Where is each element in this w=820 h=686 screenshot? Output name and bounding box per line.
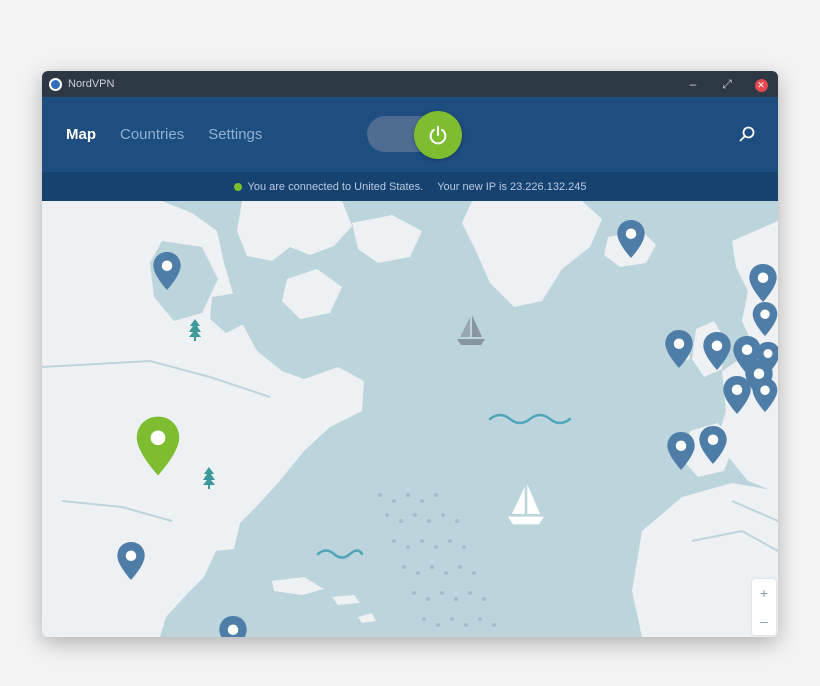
location-pin-icon[interactable] <box>150 251 184 291</box>
power-icon <box>429 125 447 145</box>
location-pin-icon[interactable] <box>696 425 730 465</box>
location-pin-icon[interactable] <box>720 375 754 415</box>
window-title: NordVPN <box>68 78 115 90</box>
zoom-controls: + – <box>752 579 776 635</box>
maximize-button[interactable]: ⤢ <box>710 77 744 92</box>
close-button[interactable]: ✕ <box>744 77 778 92</box>
main-nav: Map Countries Settings <box>66 126 262 143</box>
location-pin-icon[interactable] <box>750 377 778 413</box>
search-icon <box>739 126 755 142</box>
minimize-button[interactable]: – <box>676 77 710 91</box>
app-window: NordVPN – ⤢ ✕ Map Countries Settings You… <box>42 71 778 637</box>
world-map[interactable]: + – <box>42 201 778 637</box>
connection-status-bar: You are connected to United States. Your… <box>42 172 778 201</box>
title-bar: NordVPN – ⤢ ✕ <box>42 71 778 97</box>
power-button[interactable] <box>414 111 462 159</box>
tree-icon <box>189 319 201 341</box>
window-controls: – ⤢ ✕ <box>676 71 778 97</box>
tree-icon <box>203 467 215 489</box>
location-pin-icon[interactable] <box>746 263 778 303</box>
search-button[interactable] <box>736 123 758 145</box>
zoom-out-button[interactable]: – <box>760 614 768 628</box>
ip-address-text: Your new IP is 23.226.132.245 <box>437 180 587 193</box>
waves-icon <box>316 549 364 559</box>
land-greenland <box>462 201 602 307</box>
land-arctic-islands <box>237 201 352 261</box>
sailboat-icon <box>457 315 485 345</box>
close-icon: ✕ <box>754 78 768 92</box>
waves-icon <box>488 413 572 425</box>
location-pin-icon[interactable] <box>114 541 148 581</box>
location-pin-icon[interactable] <box>750 301 778 337</box>
location-pin-icon[interactable] <box>216 615 250 637</box>
nav-tab-map[interactable]: Map <box>66 126 96 143</box>
nav-tab-settings[interactable]: Settings <box>208 126 262 143</box>
location-pin-icon[interactable] <box>614 219 648 259</box>
nordvpn-logo-icon <box>49 77 62 91</box>
location-pin-icon[interactable] <box>662 329 696 369</box>
location-pin-icon[interactable] <box>664 431 698 471</box>
connected-location-pin-icon[interactable] <box>132 415 184 477</box>
zoom-in-button[interactable]: + <box>760 586 768 600</box>
connection-status-text: You are connected to United States. <box>247 180 424 193</box>
nav-tab-countries[interactable]: Countries <box>120 126 184 143</box>
app-header: Map Countries Settings You are connected… <box>42 97 778 201</box>
sailboat-icon <box>507 484 545 525</box>
connected-indicator-icon <box>233 182 242 191</box>
location-pin-icon[interactable] <box>700 331 734 371</box>
